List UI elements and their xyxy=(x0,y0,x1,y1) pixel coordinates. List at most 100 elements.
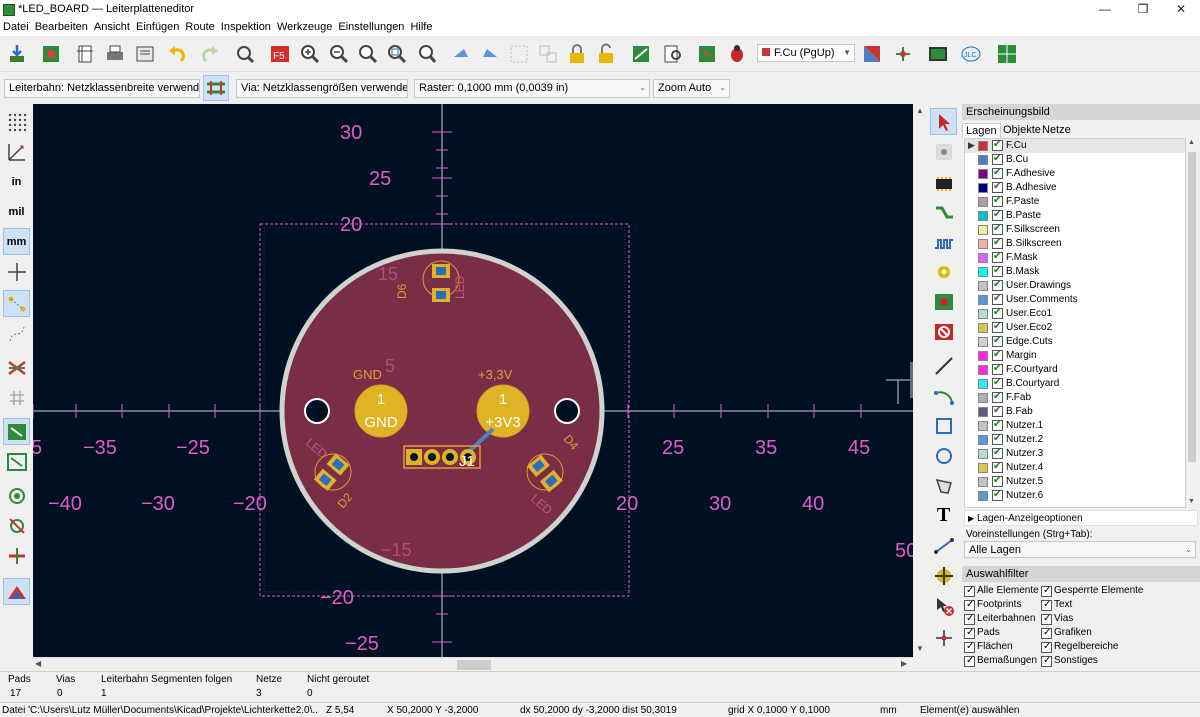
board-setup-icon[interactable] xyxy=(38,41,64,67)
delete-tool-icon[interactable] xyxy=(930,592,957,619)
undo-icon[interactable] xyxy=(165,41,191,67)
layer-row[interactable]: B.Courtyard xyxy=(965,377,1185,391)
layer-visibility-checkbox[interactable] xyxy=(992,377,1003,389)
layer-visibility-checkbox[interactable] xyxy=(992,139,1003,151)
filter-checkbox[interactable] xyxy=(1041,641,1052,653)
layer-row[interactable]: B.Adhesive xyxy=(965,181,1185,195)
layer-color-swatch[interactable] xyxy=(978,169,988,179)
drc-icon[interactable] xyxy=(724,41,750,67)
layer-visibility-checkbox[interactable] xyxy=(992,293,1003,305)
filter-checkbox[interactable] xyxy=(964,613,975,625)
track-width-select[interactable]: Leiterbahn: Netzklassenbreite verwenden ⌄ xyxy=(4,79,200,98)
layer-visibility-checkbox[interactable] xyxy=(992,195,1003,207)
layer-color-swatch[interactable] xyxy=(978,491,988,501)
layer-row[interactable]: F.Mask xyxy=(965,251,1185,265)
layer-row[interactable]: Margin xyxy=(965,349,1185,363)
layer-visibility-checkbox[interactable] xyxy=(992,391,1003,403)
layer-color-swatch[interactable] xyxy=(978,309,988,319)
layer-color-swatch[interactable] xyxy=(978,421,988,431)
layer-row[interactable]: F.Silkscreen xyxy=(965,223,1185,237)
print-icon[interactable] xyxy=(102,41,128,67)
ratsnest-icon[interactable] xyxy=(3,290,30,317)
filter-checkbox[interactable] xyxy=(1041,627,1052,639)
units-mm-icon[interactable]: mm xyxy=(3,228,30,255)
add-via-icon[interactable] xyxy=(930,258,957,285)
layer-row[interactable]: User.Comments xyxy=(965,293,1185,307)
curved-ratsnest-icon[interactable] xyxy=(3,320,30,347)
units-mil-icon[interactable]: mil xyxy=(3,198,30,225)
group-icon[interactable] xyxy=(506,41,532,67)
layer-visibility-checkbox[interactable] xyxy=(992,433,1003,445)
menu-ansicht[interactable]: Ansicht xyxy=(91,20,133,33)
layer-color-swatch[interactable] xyxy=(978,141,988,151)
layer-visibility-checkbox[interactable] xyxy=(992,419,1003,431)
zoom-in-icon[interactable] xyxy=(297,41,323,67)
layer-color-swatch[interactable] xyxy=(978,239,988,249)
layer-color-swatch[interactable] xyxy=(978,197,988,207)
filter-checkbox[interactable] xyxy=(1041,655,1052,667)
page-settings-icon[interactable] xyxy=(72,41,98,67)
layer-color-swatch[interactable] xyxy=(978,435,988,445)
zone-display-filled-icon[interactable] xyxy=(3,418,30,445)
plot-icon[interactable] xyxy=(132,41,158,67)
scroll-up-icon[interactable]: ▲ xyxy=(1188,139,1195,146)
via-size-select[interactable]: Via: Netzklassengrößen verwenden ⌄ xyxy=(236,79,408,98)
layer-color-swatch[interactable] xyxy=(978,477,988,487)
menu-route[interactable]: Route xyxy=(182,20,217,33)
update-pcb-icon[interactable] xyxy=(694,41,720,67)
save-icon[interactable] xyxy=(4,41,30,67)
layer-pair-icon[interactable] xyxy=(859,41,885,67)
find-icon[interactable] xyxy=(232,41,258,67)
filter-checkbox[interactable] xyxy=(964,585,975,597)
menu-einstellungen[interactable]: Einstellungen xyxy=(335,20,407,33)
grid-origin-icon[interactable] xyxy=(930,624,957,651)
zoom-select[interactable]: Zoom Auto ⌄ xyxy=(653,79,730,98)
layer-color-swatch[interactable] xyxy=(978,407,988,417)
add-zone-icon[interactable] xyxy=(930,288,957,315)
fab-plugin-icon[interactable] xyxy=(994,41,1020,67)
layer-visibility-checkbox[interactable] xyxy=(992,265,1003,277)
draw-rectangle-icon[interactable] xyxy=(930,412,957,439)
filter-checkbox[interactable] xyxy=(964,599,975,611)
units-inch-icon[interactable]: in xyxy=(3,168,30,195)
menu-werkzeuge[interactable]: Werkzeuge xyxy=(274,20,335,33)
filter-checkbox[interactable] xyxy=(1041,613,1052,625)
layer-row[interactable]: B.Cu xyxy=(965,153,1185,167)
filter-checkbox[interactable] xyxy=(1041,599,1052,611)
tune-length-icon[interactable] xyxy=(930,230,957,257)
layer-color-swatch[interactable] xyxy=(978,295,988,305)
menu-einfuegen[interactable]: Einfügen xyxy=(133,20,182,33)
layer-color-swatch[interactable] xyxy=(978,337,988,347)
draw-arc-icon[interactable] xyxy=(930,382,957,409)
select-tool-icon[interactable] xyxy=(930,108,957,135)
layer-row[interactable]: B.Fab xyxy=(965,405,1185,419)
layer-row[interactable]: Nutzer.3 xyxy=(965,447,1185,461)
layer-visibility-checkbox[interactable] xyxy=(992,447,1003,459)
layer-row[interactable]: F.Paste xyxy=(965,195,1185,209)
net-inspector-icon[interactable] xyxy=(890,41,916,67)
menu-datei[interactable]: Datei xyxy=(0,20,32,33)
pcb-canvas[interactable]: 30 25 20 −20 −25 5 −35 −25 25 35 45 −40 … xyxy=(33,104,913,657)
layer-color-swatch[interactable] xyxy=(978,463,988,473)
layer-visibility-checkbox[interactable] xyxy=(992,321,1003,333)
filter-checkbox[interactable] xyxy=(964,641,975,653)
layer-visibility-checkbox[interactable] xyxy=(992,307,1003,319)
lock-icon[interactable] xyxy=(564,41,590,67)
layer-display-options[interactable]: ▶ Lagen-Anzeigeoptionen xyxy=(964,510,1198,526)
layer-visibility-checkbox[interactable] xyxy=(992,363,1003,375)
presets-select[interactable]: Alle Lagen ⌄ xyxy=(964,541,1196,558)
layer-row[interactable]: Nutzer.4 xyxy=(965,461,1185,475)
footprint-browser-icon[interactable] xyxy=(660,41,686,67)
layer-color-swatch[interactable] xyxy=(978,211,988,221)
redraw-icon[interactable]: F5 xyxy=(267,41,293,67)
layer-color-swatch[interactable] xyxy=(978,183,988,193)
layer-color-swatch[interactable] xyxy=(978,281,988,291)
layer-color-swatch[interactable] xyxy=(978,155,988,165)
layer-row[interactable]: Edge.Cuts xyxy=(965,335,1185,349)
draw-line-icon[interactable] xyxy=(930,352,957,379)
layer-color-swatch[interactable] xyxy=(978,393,988,403)
grid-select[interactable]: Raster: 0,1000 mm (0,0039 in) ⌄ xyxy=(414,79,650,98)
layer-row[interactable]: Nutzer.2 xyxy=(965,433,1185,447)
layer-visibility-checkbox[interactable] xyxy=(992,237,1003,249)
layer-row[interactable]: Nutzer.5 xyxy=(965,475,1185,489)
